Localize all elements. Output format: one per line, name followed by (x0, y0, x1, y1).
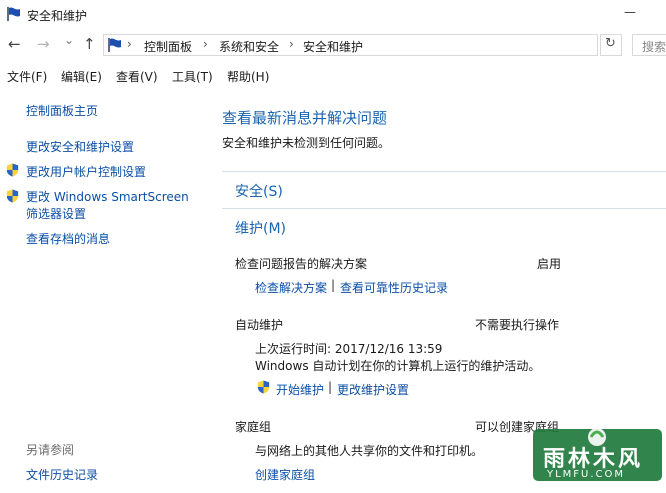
sidebar-link-smartscreen-line2[interactable]: 筛选器设置 (26, 205, 86, 222)
window-title: 安全和维护 (27, 9, 88, 23)
sidebar-link-smartscreen[interactable]: 更改 Windows SmartScreen (26, 188, 189, 205)
breadcrumb[interactable]: › 控制面板 › 系统和安全 › 安全和维护 (103, 34, 598, 56)
auto-maintenance-description: Windows 自动计划在你的计算机上运行的维护活动。 (255, 359, 541, 373)
link-separator: | (331, 278, 336, 292)
forward-button[interactable]: → (37, 35, 50, 53)
flag-icon (108, 38, 121, 52)
see-also-heading: 另请参阅 (26, 443, 75, 457)
menu-edit[interactable]: 编辑(E) (61, 68, 102, 85)
search-placeholder: 搜索 (642, 40, 666, 54)
watermark: 雨林木风 YLMFU.COM (529, 425, 666, 493)
flag-icon (7, 7, 20, 21)
start-maintenance-link[interactable]: 开始维护 (276, 381, 324, 398)
breadcrumb-separator: › (127, 37, 132, 51)
reliability-history-link[interactable]: 查看可靠性历史记录 (340, 279, 448, 296)
sidebar-link-file-history[interactable]: 文件历史记录 (26, 466, 98, 483)
divider (222, 171, 666, 172)
homegroup-label: 家庭组 (235, 420, 272, 434)
breadcrumb-separator: › (289, 37, 294, 51)
search-input[interactable]: 搜索 (632, 34, 666, 56)
auto-maintenance-status: 不需要执行操作 (475, 318, 560, 332)
page-subtitle: 安全和维护未检测到任何问题。 (222, 136, 391, 150)
title-bar: 安全和维护 — (0, 0, 666, 30)
create-homegroup-link[interactable]: 创建家庭组 (255, 466, 315, 483)
problem-reports-label: 检查问题报告的解决方案 (235, 257, 368, 271)
auto-maintenance-label: 自动维护 (235, 318, 284, 332)
breadcrumb-security-maintenance[interactable]: 安全和维护 (303, 38, 363, 55)
change-maintenance-settings-link[interactable]: 更改维护设置 (337, 381, 409, 398)
uac-shield-icon (6, 163, 19, 177)
minimize-button[interactable]: — (624, 5, 636, 19)
link-separator: | (328, 380, 333, 394)
divider (222, 208, 666, 209)
security-section-header[interactable]: 安全(S) (235, 181, 283, 201)
up-button[interactable]: ↑ (83, 35, 96, 53)
back-button[interactable]: ← (8, 35, 21, 53)
problem-reports-status: 启用 (537, 257, 562, 271)
recent-locations-button[interactable]: ⌄ (64, 33, 74, 47)
menu-tools[interactable]: 工具(T) (172, 68, 213, 85)
menu-view[interactable]: 查看(V) (116, 68, 158, 85)
refresh-button[interactable]: ↻ (600, 34, 622, 56)
page-title: 查看最新消息并解决问题 (222, 109, 388, 127)
sidebar-link-security-settings[interactable]: 更改安全和维护设置 (26, 138, 134, 155)
homegroup-description: 与网络上的其他人共享你的文件和打印机。 (255, 444, 484, 458)
menu-bar: 文件(F) 编辑(E) 查看(V) 工具(T) 帮助(H) (0, 64, 666, 86)
uac-shield-icon (257, 380, 270, 394)
watermark-url: YLMFU.COM (547, 469, 626, 480)
check-solutions-link[interactable]: 检查解决方案 (255, 279, 327, 296)
menu-file[interactable]: 文件(F) (7, 68, 47, 85)
sidebar-home-link[interactable]: 控制面板主页 (26, 102, 98, 119)
breadcrumb-system-security[interactable]: 系统和安全 (219, 38, 279, 55)
breadcrumb-control-panel[interactable]: 控制面板 (144, 38, 192, 55)
breadcrumb-separator: › (203, 37, 208, 51)
uac-shield-icon (6, 189, 19, 203)
maintenance-section-header[interactable]: 维护(M) (235, 218, 286, 238)
sidebar-link-uac-settings[interactable]: 更改用户帐户控制设置 (26, 163, 146, 180)
menu-help[interactable]: 帮助(H) (227, 68, 269, 85)
sidebar-link-archived-messages[interactable]: 查看存档的消息 (26, 230, 110, 247)
last-run-time: 上次运行时间: 2017/12/16 13:59 (255, 342, 443, 356)
refresh-icon: ↻ (605, 36, 616, 51)
